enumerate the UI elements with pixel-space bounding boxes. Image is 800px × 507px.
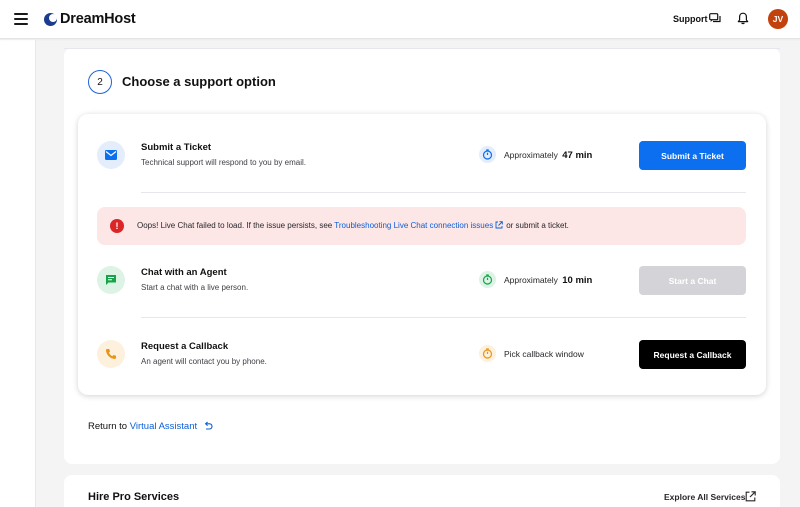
stopwatch-icon <box>479 146 496 163</box>
troubleshooting-link[interactable]: Troubleshooting Live Chat connection iss… <box>334 221 493 230</box>
error-message: Oops! Live Chat failed to load. If the i… <box>137 221 569 230</box>
option-callback-window: Pick callback window <box>504 349 584 359</box>
request-callback-button[interactable]: Request a Callback <box>639 340 746 369</box>
left-sidebar <box>0 40 36 507</box>
bell-icon[interactable] <box>737 12 749 25</box>
explore-all-services-link[interactable]: Explore All Services <box>664 492 745 502</box>
logo-text: DreamHost <box>60 11 136 27</box>
start-chat-button[interactable]: Start a Chat <box>639 266 746 295</box>
option-ticket-wait-time: Approximately 47 min <box>504 150 593 161</box>
divider <box>141 317 746 318</box>
top-navigation-bar: DreamHost Support JV <box>0 0 800 39</box>
stopwatch-icon <box>479 271 496 288</box>
stopwatch-icon <box>479 345 496 362</box>
option-chat-wait-time: Approximately 10 min <box>504 275 593 286</box>
submit-ticket-button[interactable]: Submit a Ticket <box>639 141 746 170</box>
dreamhost-moon-icon <box>44 12 57 26</box>
option-chat-description: Start a chat with a live person. <box>141 283 249 292</box>
divider <box>141 192 746 193</box>
phone-icon <box>97 340 125 368</box>
option-ticket-description: Technical support will respond to you by… <box>141 158 306 167</box>
option-callback-title: Request a Callback <box>141 341 229 352</box>
error-alert-icon: ! <box>110 219 124 233</box>
user-avatar[interactable]: JV <box>768 9 788 29</box>
pro-services-title: Hire Pro Services <box>88 491 180 503</box>
virtual-assistant-link[interactable]: Virtual Assistant <box>130 421 197 432</box>
chat-bubble-icon <box>97 266 125 294</box>
return-arrow-icon[interactable] <box>203 421 213 431</box>
menu-icon[interactable] <box>14 13 28 25</box>
support-link[interactable]: Support <box>673 14 708 24</box>
option-ticket-title: Submit a Ticket <box>141 142 212 153</box>
mail-icon <box>97 141 125 169</box>
step-number: 2 <box>88 70 112 94</box>
option-callback-description: An agent will contact you by phone. <box>141 357 267 366</box>
dreamhost-logo[interactable]: DreamHost <box>44 11 136 27</box>
external-link-icon[interactable] <box>745 491 756 502</box>
step-title: Choose a support option <box>122 74 276 89</box>
return-row: Return to Virtual Assistant <box>88 421 198 432</box>
external-link-icon[interactable] <box>495 221 503 229</box>
chat-icon[interactable] <box>709 13 722 24</box>
option-chat-title: Chat with an Agent <box>141 267 227 278</box>
